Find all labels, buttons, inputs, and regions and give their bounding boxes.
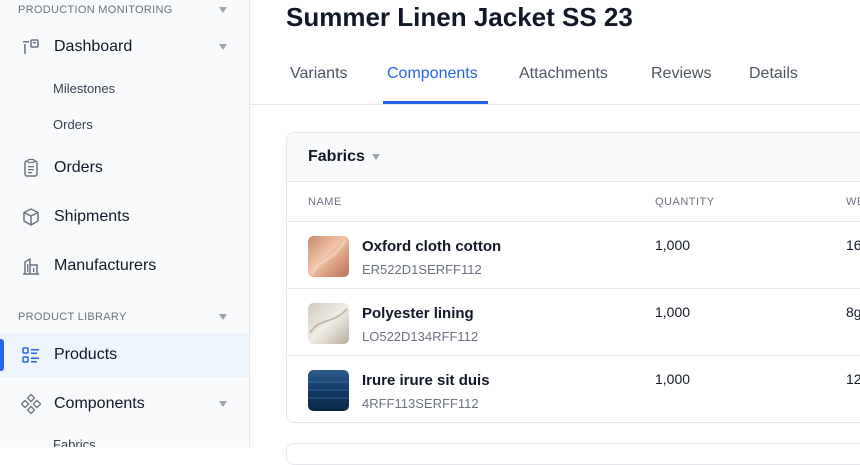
card-header[interactable]: Fabrics xyxy=(287,133,860,182)
section-product-library[interactable]: PRODUCT LIBRARY xyxy=(18,309,227,325)
next-card xyxy=(286,443,860,465)
sidebar-subitem-fabrics[interactable]: Fabrics xyxy=(53,437,96,447)
active-indicator xyxy=(0,339,4,371)
fabric-thumbnail xyxy=(308,370,349,411)
item-code: 4RFF113SERFF112 xyxy=(362,396,479,411)
item-name[interactable]: Oxford cloth cotton xyxy=(362,238,501,255)
table-row[interactable]: Oxford cloth cotton ER522D1SERFF112 1,00… xyxy=(287,222,860,289)
sidebar-subitem-milestones[interactable]: Milestones xyxy=(53,81,115,96)
sidebar-item-shipments[interactable]: Shipments xyxy=(0,195,249,239)
sidebar-subitem-orders[interactable]: Orders xyxy=(53,117,93,132)
card-title: Fabrics xyxy=(308,148,365,165)
section-production-monitoring[interactable]: PRODUCTION MONITORING xyxy=(18,2,227,18)
item-weight: 8g xyxy=(846,304,860,320)
section-label: PRODUCT LIBRARY xyxy=(18,311,127,323)
table-row[interactable]: Irure irure sit duis 4RFF113SERFF112 1,0… xyxy=(287,356,860,422)
item-name[interactable]: Irure irure sit duis xyxy=(362,372,490,389)
fabric-thumbnail xyxy=(308,303,349,344)
item-code: LO522D134RFF112 xyxy=(362,329,479,344)
active-tab-indicator xyxy=(383,101,488,104)
chevron-down-icon[interactable] xyxy=(219,7,227,13)
item-quantity: 1,000 xyxy=(655,371,691,387)
tab-components[interactable]: Components xyxy=(387,65,478,83)
sidebar-item-label: Components xyxy=(54,395,145,412)
sidebar-item-label: Orders xyxy=(54,159,103,176)
column-header-weight[interactable]: WE xyxy=(846,196,860,208)
page-title: Summer Linen Jacket SS 23 xyxy=(286,2,633,32)
sidebar-item-label: Dashboard xyxy=(54,38,133,55)
sidebar-item-label: Manufacturers xyxy=(54,257,157,274)
item-quantity: 1,000 xyxy=(655,304,691,320)
fabric-thumbnail xyxy=(308,236,349,277)
sidebar-item-orders[interactable]: Orders xyxy=(0,146,249,190)
box-icon xyxy=(23,208,39,226)
clipboard-icon xyxy=(24,158,38,177)
sidebar-item-products[interactable]: Products xyxy=(0,333,249,377)
chevron-down-icon[interactable] xyxy=(219,314,227,320)
building-icon xyxy=(23,258,39,275)
tab-details[interactable]: Details xyxy=(749,65,798,83)
column-header-name[interactable]: NAME xyxy=(308,196,342,208)
tab-attachments[interactable]: Attachments xyxy=(519,65,608,83)
tab-variants[interactable]: Variants xyxy=(290,65,348,83)
dashboard-icon xyxy=(23,39,39,54)
chevron-down-icon[interactable] xyxy=(372,154,380,160)
section-label: PRODUCTION MONITORING xyxy=(18,4,173,16)
sidebar-item-label: Shipments xyxy=(54,208,130,225)
sidebar-item-components[interactable]: Components xyxy=(0,382,249,426)
chevron-down-icon[interactable] xyxy=(219,401,227,407)
sidebar-item-label: Products xyxy=(54,346,118,363)
item-code: ER522D1SERFF112 xyxy=(362,262,482,277)
components-icon xyxy=(21,394,41,414)
column-header-quantity[interactable]: QUANTITY xyxy=(655,196,715,208)
chevron-down-icon[interactable] xyxy=(219,44,227,50)
tab-bar: Variants Components Attachments Reviews … xyxy=(250,48,860,105)
item-weight: 12 xyxy=(846,371,860,387)
sidebar: PRODUCTION MONITORING Dashboard Mileston… xyxy=(0,0,250,447)
item-name[interactable]: Polyester lining xyxy=(362,305,474,322)
sidebar-item-manufacturers[interactable]: Manufacturers xyxy=(0,244,249,288)
item-quantity: 1,000 xyxy=(655,237,691,253)
item-weight: 16 xyxy=(846,237,860,253)
table-row[interactable]: Polyester lining LO522D134RFF112 1,000 8… xyxy=(287,289,860,356)
sidebar-item-dashboard[interactable]: Dashboard xyxy=(0,25,249,69)
list-icon xyxy=(22,347,39,363)
fabrics-card: Fabrics NAME QUANTITY WE Oxford cloth co… xyxy=(286,132,860,423)
tab-reviews[interactable]: Reviews xyxy=(651,65,711,83)
table-header: NAME QUANTITY WE xyxy=(287,182,860,222)
